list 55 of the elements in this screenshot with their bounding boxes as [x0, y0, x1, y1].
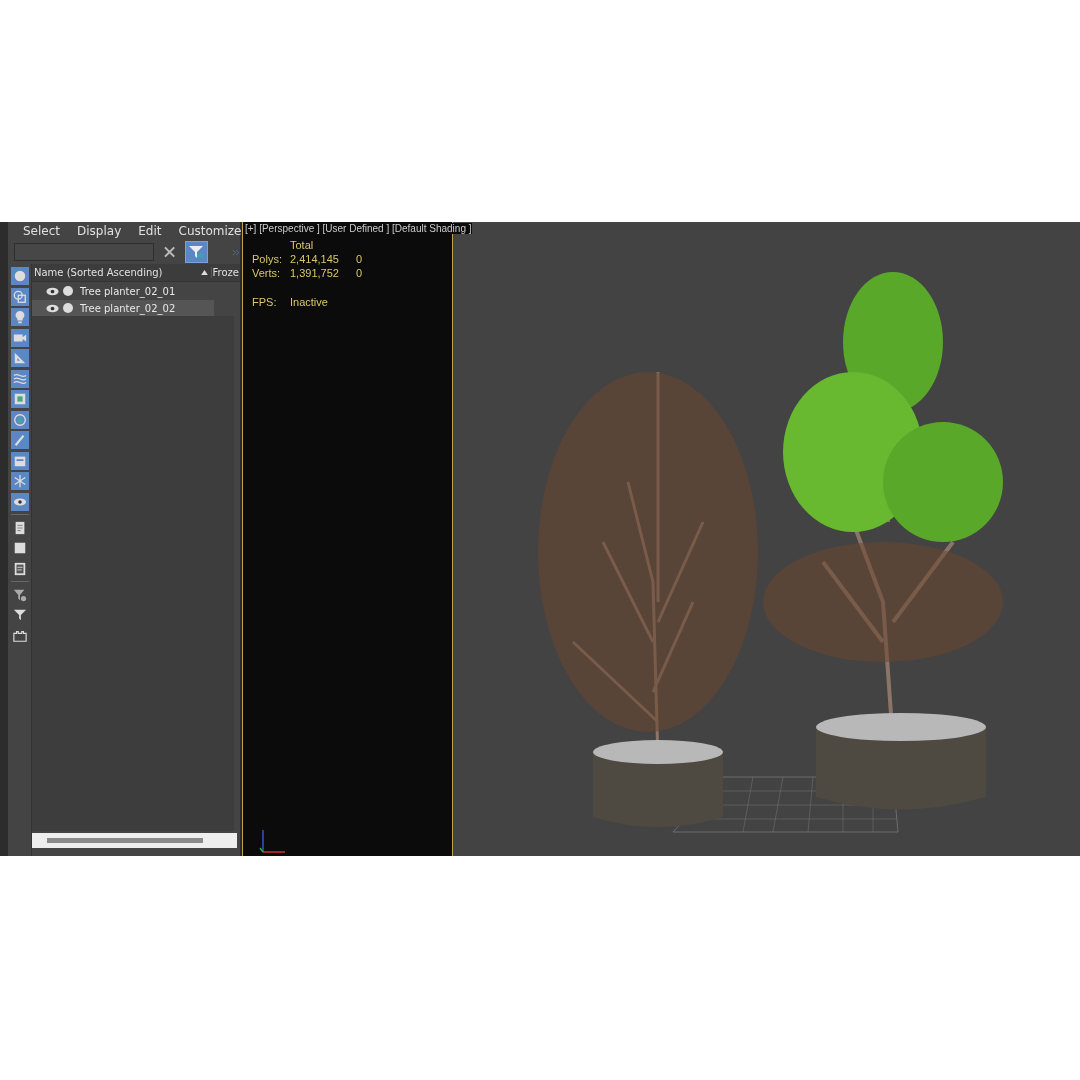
bone-icon — [12, 433, 27, 447]
stats-value: Inactive — [290, 296, 329, 308]
toolbar-toggle-button[interactable] — [10, 287, 29, 306]
object-name: Tree planter_02_01 — [79, 285, 176, 297]
object-name: Tree planter_02_02 — [79, 302, 176, 314]
square-icon — [12, 541, 27, 555]
filter-button[interactable] — [185, 241, 208, 263]
horizontal-scrollbar[interactable] — [32, 833, 237, 848]
waves-icon — [12, 371, 27, 386]
menu-item[interactable]: Customize — [178, 224, 242, 238]
toolbar-toggle-button[interactable] — [10, 308, 29, 326]
column-header[interactable]: Name (Sorted Ascending) — [32, 267, 201, 278]
toolbar-toggle-button[interactable] — [10, 390, 29, 408]
toolbar-toggle-button[interactable] — [10, 410, 29, 429]
freeze-dot-icon[interactable] — [63, 286, 73, 296]
filter-gear-icon — [12, 587, 27, 602]
menu-item[interactable]: Select — [23, 224, 61, 238]
stats-label: Verts: — [252, 267, 282, 279]
toolbar-toggle-button[interactable] — [10, 349, 29, 367]
download-circle-icon — [12, 412, 27, 427]
stats-header: Total — [290, 239, 315, 251]
stats-value: 0 — [356, 253, 364, 265]
toolbar-toggle-button[interactable] — [10, 369, 29, 388]
object-row[interactable]: Tree planter_02_02 — [32, 300, 214, 316]
scrollbar-thumb[interactable] — [47, 838, 203, 843]
stats-value: 1,391,752 — [290, 267, 340, 279]
sphere-icon — [12, 269, 27, 283]
close-icon[interactable] — [164, 246, 176, 258]
stats-label: Polys: — [252, 253, 283, 265]
stats-label: FPS: — [252, 296, 278, 308]
filter-icon — [188, 244, 205, 260]
layers-icon — [12, 628, 27, 643]
eye-icon[interactable] — [46, 286, 59, 296]
menu-item[interactable]: Edit — [138, 224, 162, 238]
document-icon — [12, 561, 27, 576]
toolbar-toggle-button[interactable] — [10, 328, 29, 347]
toolbar-toggle-button[interactable] — [10, 451, 29, 470]
viewport-label[interactable]: [+] [Perspective ] [User Defined ] [Default Shading ] — [245, 223, 472, 234]
eye-icon[interactable] — [46, 303, 59, 313]
column-header[interactable]: Froze — [210, 267, 240, 278]
filter-icon — [12, 608, 27, 622]
toolbar-toggle-button[interactable] — [10, 472, 29, 490]
menu-item[interactable]: Display — [77, 224, 122, 238]
shapes-icon — [12, 289, 27, 304]
stats-value: 2,414,145 — [290, 253, 340, 265]
group-icon — [12, 392, 27, 406]
sort-arrow-icon — [200, 270, 208, 275]
toolbar-toggle-button[interactable] — [10, 492, 29, 511]
object-row[interactable]: Tree planter_02_01 — [32, 283, 214, 299]
toolbar-toggle-button[interactable] — [10, 431, 29, 449]
snowflake-icon — [12, 474, 27, 488]
toolbar-toggle-button[interactable] — [10, 267, 29, 285]
search-field[interactable] — [14, 243, 154, 261]
stats-value: 0 — [356, 267, 364, 279]
freeze-dot-icon[interactable] — [63, 303, 73, 313]
